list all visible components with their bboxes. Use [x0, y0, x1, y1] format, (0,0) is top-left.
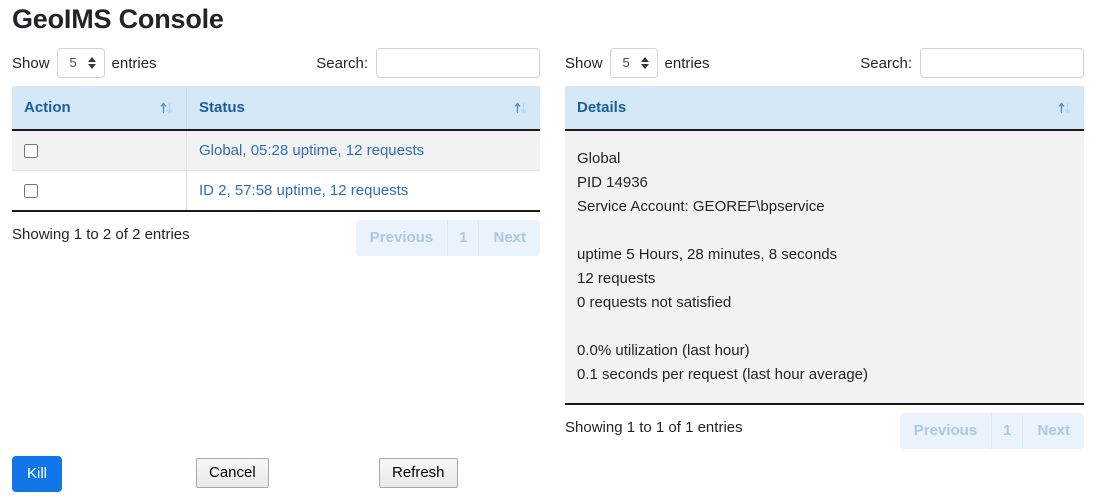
left-entries-label: entries	[112, 55, 157, 72]
refresh-button[interactable]: Refresh	[379, 458, 458, 488]
processes-table: Action Status	[12, 86, 540, 212]
right-length-select-wrap: 5	[610, 48, 658, 78]
details-line: 0.0% utilization (last hour)	[577, 339, 1072, 363]
left-table-footer: Showing 1 to 2 of 2 entries Previous 1 N…	[12, 220, 540, 264]
left-search-input[interactable]	[376, 48, 540, 78]
right-table-controls: Show 5 entries Search:	[565, 48, 1084, 86]
row-action-cell	[12, 171, 187, 212]
details-line	[577, 219, 1072, 243]
table-row: GlobalPID 14936Service Account: GEOREF\b…	[565, 130, 1084, 404]
right-pagination-next[interactable]: Next	[1023, 413, 1084, 449]
details-line: Service Account: GEOREF\bpservice	[577, 195, 1072, 219]
details-line: uptime 5 Hours, 28 minutes, 8 seconds	[577, 243, 1072, 267]
right-entries-select[interactable]: 5	[610, 48, 658, 78]
details-panel: Show 5 entries Search: Details	[565, 48, 1084, 457]
left-pagination-page-1[interactable]: 1	[448, 220, 479, 256]
right-pagination: Previous 1 Next	[900, 413, 1084, 449]
details-table: Details GlobalPID 14936Service Account: …	[565, 86, 1084, 405]
column-header-status-label: Status	[199, 99, 245, 116]
row-select-checkbox[interactable]	[24, 184, 38, 198]
column-header-details[interactable]: Details	[565, 86, 1084, 130]
left-length-select-wrap: 5	[57, 48, 105, 78]
kill-button[interactable]: Kill	[12, 456, 62, 492]
details-line	[577, 315, 1072, 339]
details-line: 12 requests	[577, 267, 1072, 291]
row-status-cell[interactable]: Global, 05:28 uptime, 12 requests	[187, 130, 541, 171]
left-length-control: Show 5 entries	[12, 48, 157, 78]
details-line: 0.1 seconds per request (last hour avera…	[577, 363, 1072, 387]
column-header-action[interactable]: Action	[12, 86, 187, 130]
right-search-input[interactable]	[920, 48, 1084, 78]
table-header-row: Details	[565, 86, 1084, 130]
left-search-control: Search:	[316, 48, 540, 78]
left-pagination-next[interactable]: Next	[479, 220, 540, 256]
right-search-control: Search:	[860, 48, 1084, 78]
right-pagination-page-1[interactable]: 1	[992, 413, 1023, 449]
column-header-status[interactable]: Status	[187, 86, 541, 130]
details-table-body: GlobalPID 14936Service Account: GEOREF\b…	[565, 130, 1084, 404]
table-header-row: Action Status	[12, 86, 540, 130]
cancel-button[interactable]: Cancel	[196, 458, 269, 488]
details-line: Global	[577, 147, 1072, 171]
right-search-label: Search:	[860, 55, 912, 72]
right-table-footer: Showing 1 to 1 of 1 entries Previous 1 N…	[565, 413, 1084, 457]
sort-both-icon	[159, 100, 175, 116]
right-entries-info: Showing 1 to 1 of 1 entries	[565, 419, 743, 436]
left-show-label: Show	[12, 55, 50, 72]
left-entries-info: Showing 1 to 2 of 2 entries	[12, 226, 190, 243]
left-pagination-previous[interactable]: Previous	[356, 220, 448, 256]
bottom-button-bar: Kill Cancel Refresh	[0, 452, 1106, 501]
right-length-control: Show 5 entries	[565, 48, 710, 78]
left-pagination: Previous 1 Next	[356, 220, 540, 256]
row-status-cell[interactable]: ID 2, 57:58 uptime, 12 requests	[187, 171, 541, 212]
page-title: GeoIMS Console	[12, 2, 224, 36]
row-action-cell	[12, 130, 187, 171]
details-content: GlobalPID 14936Service Account: GEOREF\b…	[565, 130, 1084, 404]
table-row[interactable]: ID 2, 57:58 uptime, 12 requests	[12, 171, 540, 212]
sort-both-icon	[1057, 100, 1073, 116]
processes-table-body: Global, 05:28 uptime, 12 requests ID 2, …	[12, 130, 540, 211]
left-table-controls: Show 5 entries Search:	[12, 48, 540, 86]
left-entries-select[interactable]: 5	[57, 48, 105, 78]
left-search-label: Search:	[316, 55, 368, 72]
sort-both-icon	[513, 100, 529, 116]
right-show-label: Show	[565, 55, 603, 72]
right-entries-label: entries	[665, 55, 710, 72]
column-header-action-label: Action	[24, 99, 71, 116]
details-line: 0 requests not satisfied	[577, 291, 1072, 315]
row-select-checkbox[interactable]	[24, 144, 38, 158]
processes-panel: Show 5 entries Search: Action	[12, 48, 540, 264]
column-header-details-label: Details	[577, 99, 626, 116]
details-table-head: Details	[565, 86, 1084, 130]
right-pagination-previous[interactable]: Previous	[900, 413, 992, 449]
processes-table-head: Action Status	[12, 86, 540, 130]
table-row[interactable]: Global, 05:28 uptime, 12 requests	[12, 130, 540, 171]
details-line: PID 14936	[577, 171, 1072, 195]
